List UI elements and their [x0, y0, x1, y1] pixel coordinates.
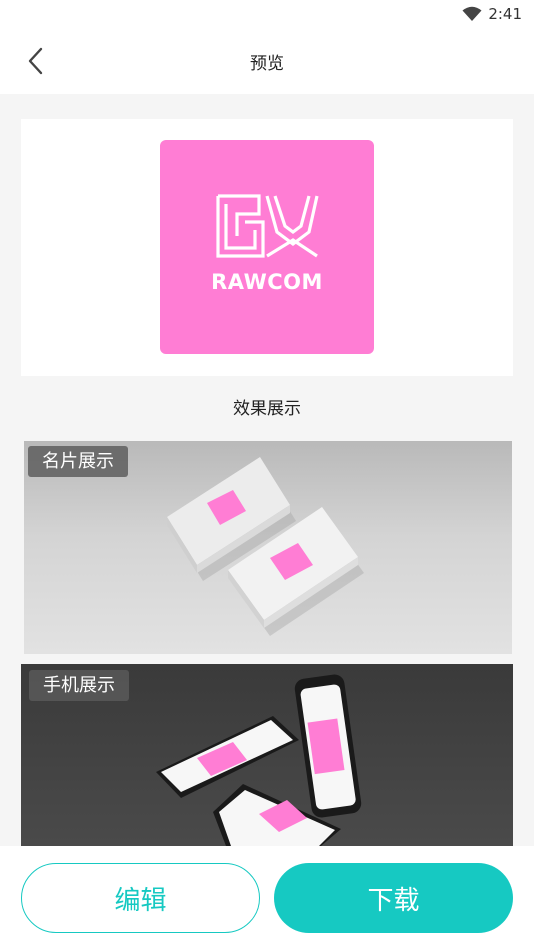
logo-tile: RAWCOM — [160, 140, 374, 354]
mockup-tag: 手机展示 — [29, 670, 129, 701]
rawcom-logo-mark — [216, 194, 319, 258]
effects-label: 效果展示 — [233, 399, 301, 419]
wifi-icon — [462, 6, 482, 21]
logo-preview-card: RAWCOM — [21, 119, 513, 376]
bottom-action-bar: 编辑 下载 — [0, 846, 534, 949]
status-bar: 2:41 — [0, 0, 534, 30]
download-button[interactable]: 下载 — [274, 863, 513, 933]
page-title: 预览 — [250, 54, 284, 74]
business-card-mockup[interactable]: 名片展示 — [24, 441, 512, 654]
mockup-tag: 名片展示 — [28, 446, 128, 477]
brand-name: RAWCOM — [211, 270, 323, 294]
status-time: 2:41 — [488, 5, 522, 23]
edit-button[interactable]: 编辑 — [21, 863, 260, 933]
phone-mockup[interactable]: 手机展示 — [21, 664, 513, 846]
app-header: 预览 — [0, 30, 534, 94]
